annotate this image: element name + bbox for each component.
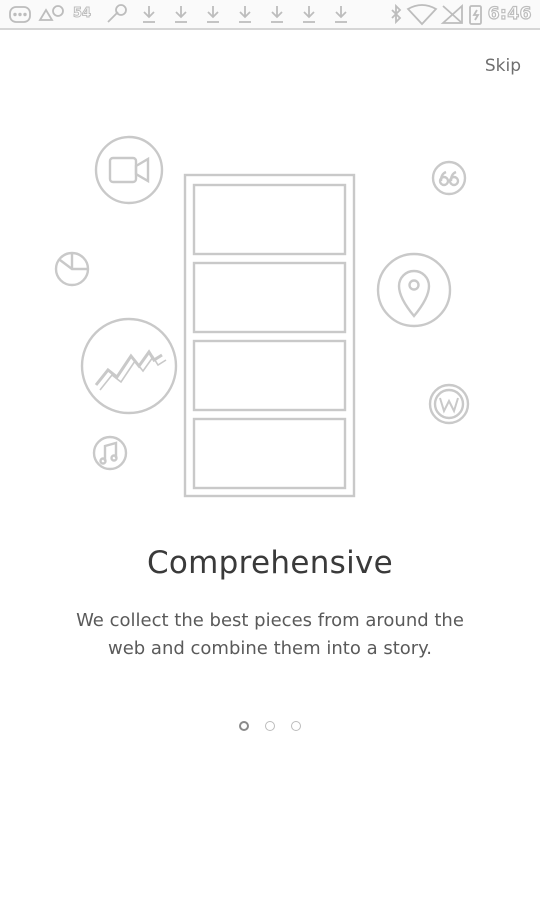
page-dot-3[interactable] xyxy=(291,721,301,731)
battery-icon xyxy=(469,5,482,25)
music-note-icon xyxy=(92,435,128,471)
status-time: 6:46 xyxy=(487,3,532,24)
notification-count: 54 xyxy=(72,6,92,22)
download-icons xyxy=(143,6,347,23)
wordpress-icon xyxy=(428,383,470,425)
activity-graph-icon xyxy=(80,317,178,415)
onboarding-title: Comprehensive xyxy=(146,545,394,581)
sync-notification-icon xyxy=(38,5,64,21)
onboarding-screen: 54 6:46 Skip Comprehensive We collect th… xyxy=(0,0,540,897)
page-dot-2[interactable] xyxy=(265,721,275,731)
bluetooth-icon xyxy=(391,3,402,25)
pie-chart-icon xyxy=(54,251,90,287)
status-bar: 54 6:46 xyxy=(0,0,540,30)
quote-icon xyxy=(431,160,467,196)
story-stack-illustration xyxy=(183,173,356,498)
wifi-icon xyxy=(406,4,438,26)
no-signal-icon xyxy=(440,3,463,24)
wrench-notification-icon xyxy=(107,4,127,23)
page-dot-1[interactable] xyxy=(239,721,249,731)
video-camera-icon xyxy=(94,135,164,205)
skip-button[interactable]: Skip xyxy=(485,56,521,76)
onboarding-illustration xyxy=(54,135,470,498)
onboarding-description: We collect the best pieces from around t… xyxy=(76,610,464,659)
chat-notification-icon xyxy=(9,6,31,23)
location-pin-icon xyxy=(376,252,452,328)
page-indicator xyxy=(0,721,540,737)
